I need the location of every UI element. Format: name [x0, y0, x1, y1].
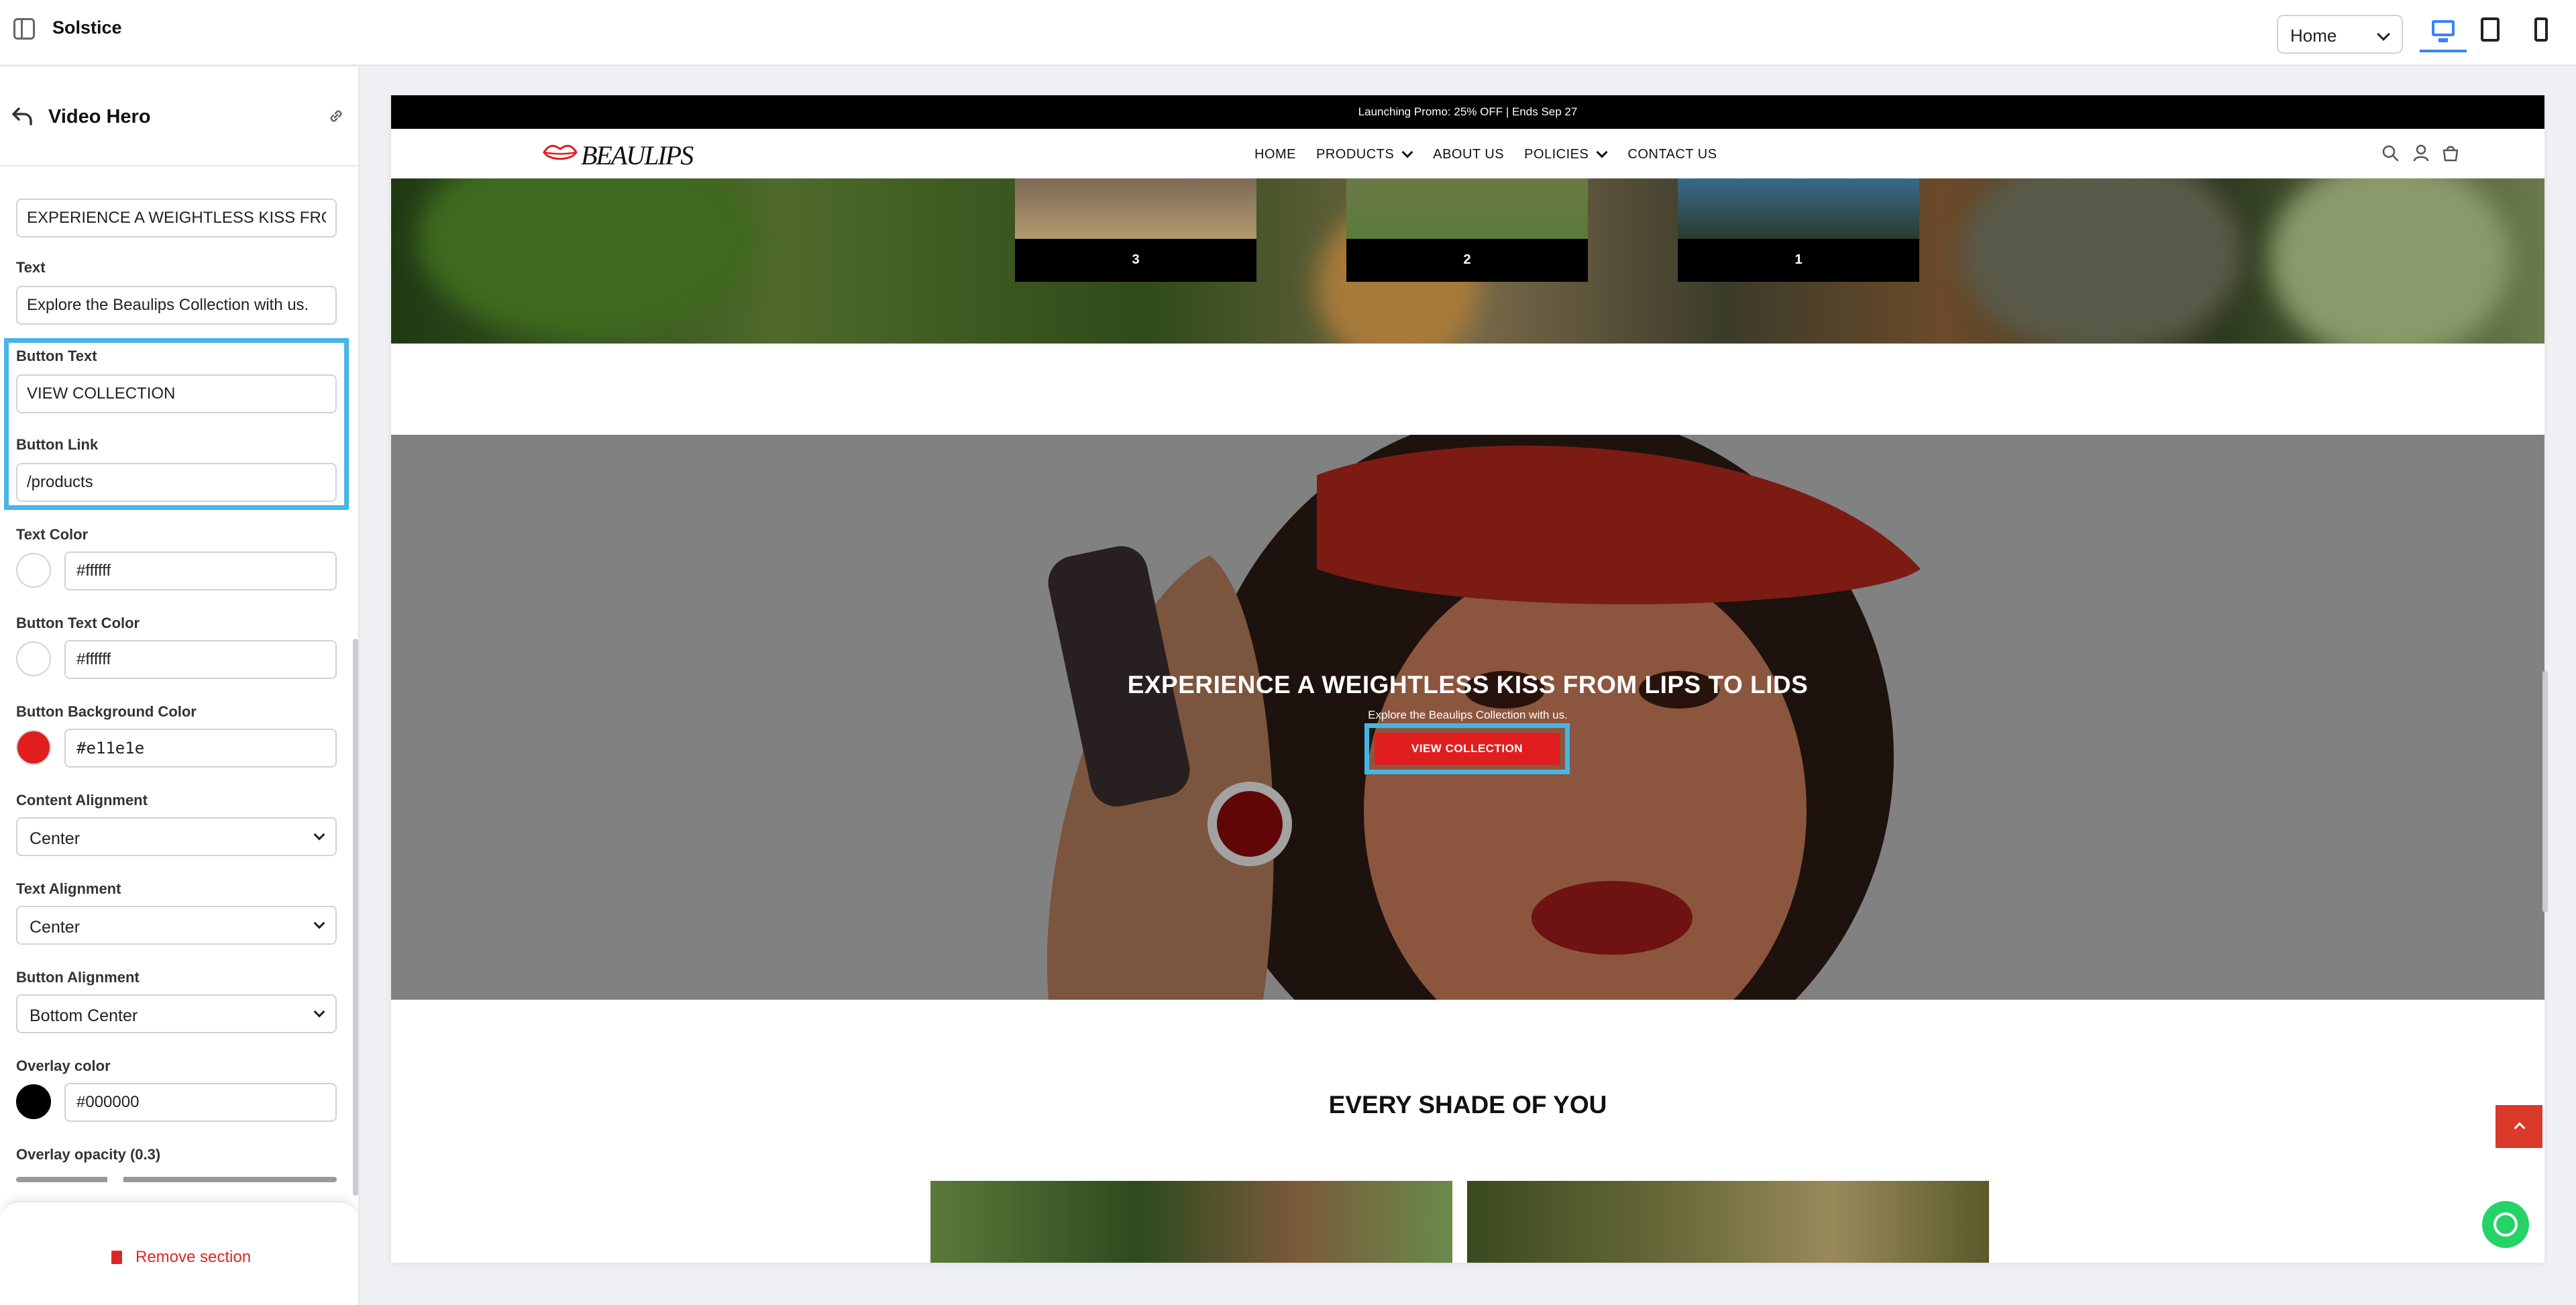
- lips-logo-icon[interactable]: [543, 142, 578, 162]
- content-alignment-label: Content Alignment: [16, 792, 148, 808]
- gallery-card[interactable]: 1: [1678, 178, 1919, 282]
- hero-button-highlight: VIEW COLLECTION: [1364, 723, 1570, 774]
- gallery-card[interactable]: 3: [1015, 178, 1256, 282]
- video-hero[interactable]: EXPERIENCE A WEIGHTLESS KISS FROM LIPS T…: [391, 435, 2544, 1000]
- chevron-down-icon: [2377, 28, 2390, 41]
- nav-link-contact[interactable]: CONTACT US: [1627, 147, 1717, 162]
- tablet-view-button[interactable]: [2466, 15, 2513, 52]
- sidebar-header: Video Hero: [0, 67, 358, 166]
- mobile-icon: [2534, 17, 2548, 42]
- button-link-input[interactable]: [16, 463, 337, 502]
- link-icon[interactable]: [327, 107, 345, 125]
- button-text-color-label: Button Text Color: [16, 615, 140, 631]
- hero-heading: EXPERIENCE A WEIGHTLESS KISS FROM LIPS T…: [1127, 671, 1809, 698]
- page-select[interactable]: Home: [2277, 15, 2403, 54]
- cart-icon[interactable]: [2441, 144, 2460, 162]
- scroll-to-top-button[interactable]: [2496, 1105, 2542, 1148]
- overlay-opacity-label: Overlay opacity (0.3): [16, 1146, 161, 1163]
- content-alignment-select[interactable]: Center: [16, 817, 337, 856]
- button-bg-color-label: Button Background Color: [16, 703, 197, 720]
- button-bg-color-swatch[interactable]: [16, 730, 51, 765]
- sidebar-footer: Remove section: [0, 1201, 358, 1305]
- overlay-color-input[interactable]: [64, 1083, 337, 1122]
- nav-links: HOME PRODUCTS ABOUT US POLICIES CONTACT …: [1254, 147, 1737, 162]
- app-name: Solstice: [52, 17, 122, 38]
- text-color-label: Text Color: [16, 526, 89, 543]
- trash-icon: [111, 1251, 122, 1264]
- account-icon[interactable]: [2412, 144, 2430, 162]
- overlay-opacity-thumb[interactable]: [107, 1173, 123, 1186]
- gallery-strip: 3 2 1: [391, 178, 2544, 344]
- text-alignment-select[interactable]: Center: [16, 906, 337, 945]
- button-alignment-value: Bottom Center: [30, 1006, 138, 1025]
- settings-sidebar: Video Hero Text Button Text Button Link …: [0, 67, 360, 1305]
- site-nav: BEAULIPS HOME PRODUCTS ABOUT US POLICIES…: [391, 129, 2544, 178]
- promo-bar: Launching Promo: 25% OFF | Ends Sep 27: [391, 95, 2544, 129]
- button-bg-color-input[interactable]: [64, 729, 337, 768]
- hero-content: EXPERIENCE A WEIGHTLESS KISS FROM LIPS T…: [391, 671, 2544, 722]
- button-alignment-select[interactable]: Bottom Center: [16, 994, 337, 1033]
- chevron-down-icon: [313, 1006, 325, 1018]
- nav-link-policies[interactable]: POLICIES: [1524, 147, 1607, 162]
- text-alignment-value: Center: [30, 918, 80, 937]
- remove-section-button[interactable]: Remove section: [111, 1248, 251, 1267]
- text-input[interactable]: [16, 286, 337, 325]
- overlay-color-swatch[interactable]: [16, 1084, 51, 1119]
- overlay-opacity-slider[interactable]: [16, 1177, 337, 1182]
- site-logo[interactable]: BEAULIPS: [581, 140, 694, 171]
- text-color-swatch[interactable]: [16, 553, 51, 588]
- nav-link-about[interactable]: ABOUT US: [1433, 147, 1504, 162]
- gallery-card-label: 2: [1346, 239, 1588, 282]
- desktop-view-button[interactable]: [2420, 15, 2467, 52]
- shade-thumbnail[interactable]: [930, 1181, 1452, 1263]
- content-alignment-value: Center: [30, 829, 80, 848]
- button-alignment-label: Button Alignment: [16, 969, 140, 986]
- section-title: Video Hero: [48, 106, 151, 127]
- page-select-value: Home: [2290, 25, 2337, 46]
- text-label: Text: [16, 259, 46, 276]
- button-text-color-input[interactable]: [64, 640, 337, 679]
- section-heading: EVERY SHADE OF YOU: [1328, 1091, 1607, 1118]
- heading-input[interactable]: [16, 199, 337, 238]
- nav-link-products[interactable]: PRODUCTS: [1316, 147, 1413, 162]
- gallery-card[interactable]: 2: [1346, 178, 1588, 282]
- chevron-down-icon: [313, 829, 325, 841]
- desktop-icon: [2432, 20, 2455, 36]
- preview-scrollbar[interactable]: [2542, 671, 2548, 912]
- button-text-color-swatch[interactable]: [16, 641, 51, 676]
- button-text-input[interactable]: [16, 374, 337, 413]
- text-color-input[interactable]: [64, 552, 337, 590]
- chevron-down-icon: [313, 917, 325, 929]
- sidebar-toggle-icon[interactable]: [13, 18, 35, 40]
- site-preview: Launching Promo: 25% OFF | Ends Sep 27 B…: [391, 95, 2544, 1263]
- gallery-card-label: 1: [1678, 239, 1919, 282]
- sidebar-scrollbar[interactable]: [353, 639, 358, 1196]
- remove-section-label: Remove section: [136, 1248, 252, 1266]
- nav-link-home[interactable]: HOME: [1254, 147, 1296, 162]
- mobile-view-button[interactable]: [2517, 15, 2564, 52]
- overlay-color-label: Overlay color: [16, 1057, 111, 1074]
- gallery-card-label: 3: [1015, 239, 1256, 282]
- search-icon[interactable]: [2381, 144, 2400, 162]
- button-text-label: Button Text: [16, 348, 97, 364]
- button-link-label: Button Link: [16, 436, 99, 453]
- shade-thumbnail[interactable]: [1467, 1181, 1989, 1263]
- whatsapp-icon[interactable]: [2482, 1201, 2529, 1248]
- text-alignment-label: Text Alignment: [16, 880, 121, 897]
- tablet-icon: [2481, 17, 2500, 42]
- top-bar: Solstice Home: [0, 0, 2576, 66]
- back-arrow-icon[interactable]: [11, 106, 34, 126]
- view-collection-button[interactable]: VIEW COLLECTION: [1375, 733, 1560, 765]
- hero-subtext: Explore the Beaulips Collection with us.: [1368, 709, 1568, 721]
